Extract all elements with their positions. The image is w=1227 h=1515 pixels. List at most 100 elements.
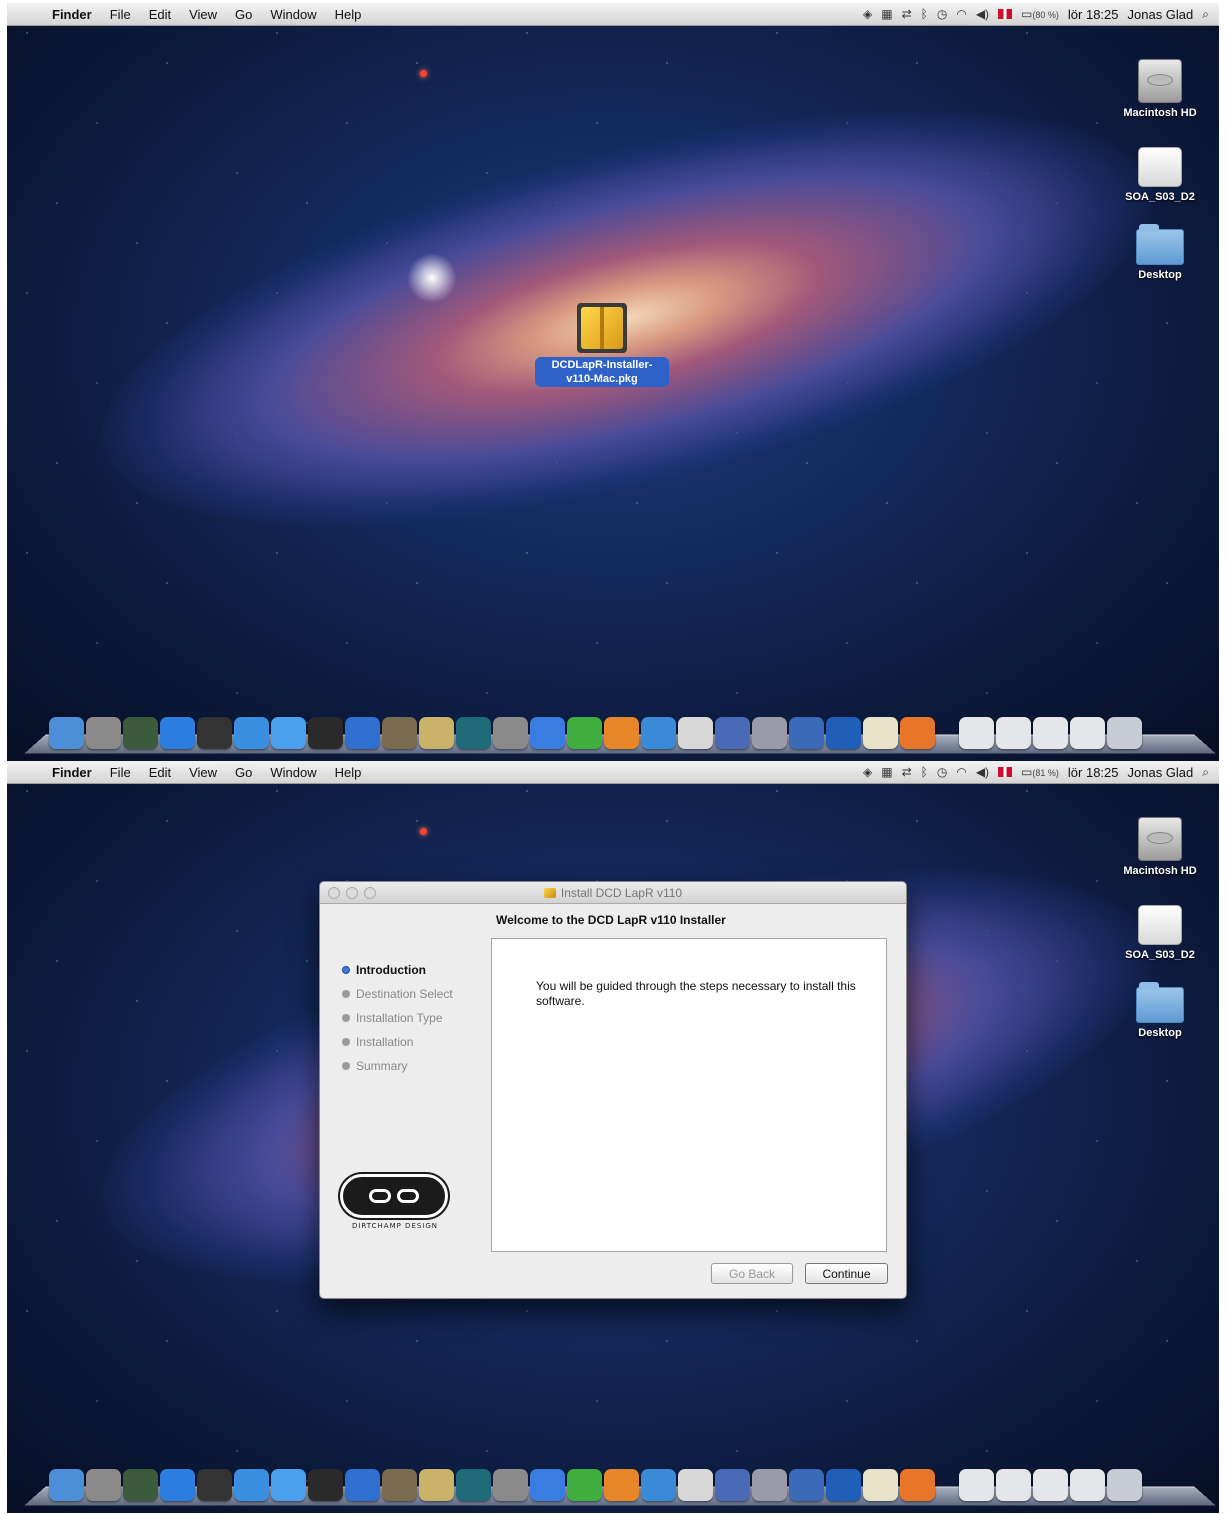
bluetooth-icon[interactable]: ᛒ (921, 7, 928, 21)
desktop-icon-installer-package[interactable]: DCDLapR-Installer-v110-Mac.pkg (527, 303, 677, 387)
system-preferences-icon[interactable] (493, 1469, 528, 1501)
desktop-icon-macintosh-hd[interactable]: Macintosh HD (1110, 817, 1210, 877)
menu-window[interactable]: Window (261, 7, 325, 22)
finder-icon[interactable] (49, 1469, 84, 1501)
desktop-icon-soa-s03-d2[interactable]: SOA_S03_D2 (1110, 905, 1210, 961)
user-name[interactable]: Jonas Glad (1128, 7, 1194, 22)
user-name[interactable]: Jonas Glad (1128, 765, 1194, 780)
menu-view[interactable]: View (180, 765, 226, 780)
iphoto-icon[interactable] (382, 1469, 417, 1501)
bluetooth-icon[interactable]: ᛒ (921, 765, 928, 779)
finder-icon[interactable] (49, 717, 84, 749)
wifi-icon[interactable]: ◠ (956, 7, 966, 21)
facetime-icon[interactable] (308, 717, 343, 749)
menu-file[interactable]: File (101, 765, 140, 780)
volume-icon[interactable]: ◀) (976, 765, 989, 779)
spotlight-search-icon[interactable]: ⌕ (1202, 7, 1209, 22)
documents-stack-icon[interactable] (996, 717, 1031, 749)
desktop-icon-desktop-folder[interactable]: Desktop (1110, 982, 1210, 1039)
system-preferences-icon[interactable] (493, 717, 528, 749)
battery-icon[interactable]: ▭(80 %) (1021, 7, 1059, 21)
menu-finder[interactable]: Finder (43, 7, 101, 22)
menu-window[interactable]: Window (261, 765, 325, 780)
itunes-icon[interactable] (345, 1469, 380, 1501)
grapher-icon[interactable] (789, 717, 824, 749)
minimize-button[interactable] (346, 887, 358, 899)
battery-icon[interactable]: ▭(81 %) (1021, 765, 1059, 779)
trash-icon[interactable] (1107, 1469, 1142, 1501)
launchpad-icon[interactable] (86, 1469, 121, 1501)
volume-icon[interactable]: ◀) (976, 7, 989, 21)
clock[interactable]: lör 18:25 (1068, 765, 1119, 780)
clock[interactable]: lör 18:25 (1068, 7, 1119, 22)
word-icon[interactable] (530, 717, 565, 749)
close-button[interactable] (328, 887, 340, 899)
network-icon[interactable]: ▦ (881, 765, 892, 779)
menu-finder[interactable]: Finder (43, 765, 101, 780)
menu-help[interactable]: Help (326, 7, 371, 22)
continue-button[interactable]: Continue (805, 1263, 888, 1284)
menu-go[interactable]: Go (226, 7, 261, 22)
mission-control-icon[interactable] (123, 717, 158, 749)
time-machine-icon[interactable] (456, 717, 491, 749)
ichat-icon[interactable] (271, 717, 306, 749)
terminal-stack-icon[interactable] (1070, 717, 1105, 749)
dashboard-icon[interactable] (197, 1469, 232, 1501)
app-store-icon[interactable] (160, 717, 195, 749)
safari-icon[interactable] (234, 717, 269, 749)
trash-icon[interactable] (1107, 717, 1142, 749)
photoshop-icon[interactable] (826, 717, 861, 749)
keynote-icon[interactable] (715, 1469, 750, 1501)
sync-icon[interactable]: ⇄ (902, 765, 912, 779)
firefox-icon[interactable] (900, 717, 935, 749)
mission-control-icon[interactable] (123, 1469, 158, 1501)
facetime-icon[interactable] (308, 1469, 343, 1501)
desktop-icon-soa-s03-d2[interactable]: SOA_S03_D2 (1110, 147, 1210, 203)
time-machine-icon[interactable] (456, 1469, 491, 1501)
firefox-icon[interactable] (900, 1469, 935, 1501)
imovie-icon[interactable] (419, 1469, 454, 1501)
terminal-stack-icon[interactable] (1070, 1469, 1105, 1501)
textedit-icon[interactable] (863, 717, 898, 749)
calendar-icon[interactable] (678, 1469, 713, 1501)
menu-edit[interactable]: Edit (140, 765, 180, 780)
excel-icon[interactable] (567, 717, 602, 749)
safari-icon[interactable] (234, 1469, 269, 1501)
menu-view[interactable]: View (180, 7, 226, 22)
input-source-flag-icon[interactable] (998, 767, 1013, 777)
menu-go[interactable]: Go (226, 765, 261, 780)
downloads-stack-icon[interactable] (959, 1469, 994, 1501)
photoshop-icon[interactable] (826, 1469, 861, 1501)
ichat-icon[interactable] (271, 1469, 306, 1501)
textedit-icon[interactable] (863, 1469, 898, 1501)
menu-edit[interactable]: Edit (140, 7, 180, 22)
dropbox-icon[interactable]: ◈ (863, 765, 872, 779)
zoom-button[interactable] (364, 887, 376, 899)
wifi-icon[interactable]: ◠ (956, 765, 966, 779)
desktop-icon-macintosh-hd[interactable]: Macintosh HD (1110, 59, 1210, 119)
messenger-icon[interactable] (641, 1469, 676, 1501)
script-editor-icon[interactable] (752, 717, 787, 749)
input-source-flag-icon[interactable] (998, 9, 1013, 19)
window-titlebar[interactable]: Install DCD LapR v110 (320, 882, 906, 904)
excel-icon[interactable] (567, 1469, 602, 1501)
time-machine-icon[interactable]: ◷ (937, 7, 947, 21)
applications-stack-icon[interactable] (1033, 1469, 1068, 1501)
launchpad-icon[interactable] (86, 717, 121, 749)
documents-stack-icon[interactable] (996, 1469, 1031, 1501)
menu-file[interactable]: File (101, 7, 140, 22)
go-back-button[interactable]: Go Back (711, 1263, 793, 1284)
grapher-icon[interactable] (789, 1469, 824, 1501)
keynote-icon[interactable] (715, 717, 750, 749)
downloads-stack-icon[interactable] (959, 717, 994, 749)
messenger-icon[interactable] (641, 717, 676, 749)
spotlight-search-icon[interactable]: ⌕ (1202, 765, 1209, 780)
applications-stack-icon[interactable] (1033, 717, 1068, 749)
itunes-icon[interactable] (345, 717, 380, 749)
time-machine-icon[interactable]: ◷ (937, 765, 947, 779)
iphoto-icon[interactable] (382, 717, 417, 749)
script-editor-icon[interactable] (752, 1469, 787, 1501)
network-icon[interactable]: ▦ (881, 7, 892, 21)
menu-help[interactable]: Help (326, 765, 371, 780)
dropbox-icon[interactable]: ◈ (863, 7, 872, 21)
